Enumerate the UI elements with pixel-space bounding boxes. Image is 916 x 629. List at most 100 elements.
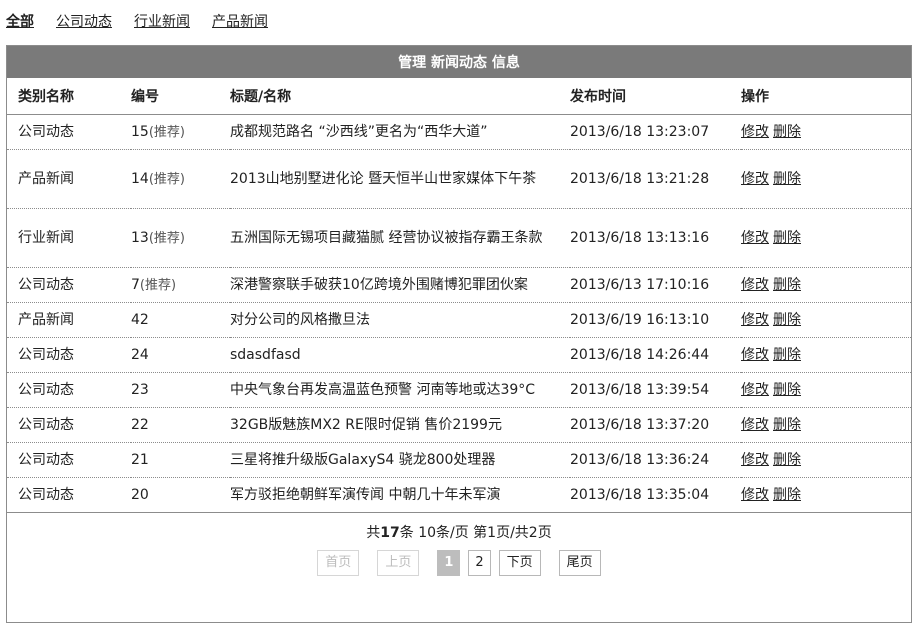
table-row: 公司动态 23 中央气象台再发高温蓝色预警 河南等地或达39°C 2013/6/18 … (7, 372, 911, 408)
edit-link[interactable]: 修改 (741, 230, 769, 246)
header-id: 编号 (131, 78, 230, 115)
cell-id: 20 (131, 477, 230, 513)
delete-link[interactable]: 删除 (773, 487, 801, 503)
edit-link[interactable]: 修改 (741, 312, 769, 328)
delete-link[interactable]: 删除 (773, 230, 801, 246)
recommended-tag: (推荐) (148, 230, 185, 246)
cell-category: 公司动态 (7, 407, 131, 443)
cell-category: 产品新闻 (7, 302, 131, 338)
cell-category: 公司动态 (7, 442, 131, 478)
cell-category: 公司动态 (7, 267, 131, 303)
row-id: 20 (131, 487, 149, 503)
cell-id: 14(推荐) (131, 149, 230, 209)
edit-link[interactable]: 修改 (741, 452, 769, 468)
cell-title: 成都规范路名 “沙西线”更名为“西华大道” (230, 114, 570, 150)
cell-title: 中央气象台再发高温蓝色预警 河南等地或达39°C (230, 372, 570, 408)
row-id: 42 (131, 312, 149, 328)
cell-category: 公司动态 (7, 477, 131, 513)
edit-link[interactable]: 修改 (741, 347, 769, 363)
recommended-tag: (推荐) (148, 171, 185, 187)
cell-category: 产品新闻 (7, 149, 131, 209)
cell-id: 7(推荐) (131, 267, 230, 303)
cell-operations: 修改 删除 (741, 114, 911, 150)
row-id: 13 (131, 229, 149, 246)
cell-title: 军方驳拒绝朝鲜军演传闻 中朝几十年未军演 (230, 477, 570, 513)
cell-title: sdasdfasd (230, 337, 570, 373)
filter-tab-industry-news[interactable]: 行业新闻 (134, 11, 190, 31)
first-page-button[interactable]: 首页 (317, 550, 360, 576)
recommended-tag: (推荐) (139, 277, 177, 293)
cell-operations: 修改 删除 (741, 208, 911, 268)
recommended-tag: (推荐) (148, 124, 185, 140)
cell-operations: 修改 删除 (741, 337, 911, 373)
table-row: 公司动态 7(推荐) 深港警察联手破获10亿跨境外围赌博犯罪团伙案 2013/6/13… (7, 267, 911, 303)
filter-tab-all[interactable]: 全部 (6, 11, 34, 31)
cell-title: 32GB版魅族MX2 RE限时促销 售价2199元 (230, 407, 570, 443)
filter-tab-product-news[interactable]: 产品新闻 (212, 11, 268, 31)
summary-prefix: 共 (366, 525, 381, 541)
header-publish-time: 发布时间 (570, 78, 741, 115)
delete-link[interactable]: 删除 (773, 417, 801, 433)
row-id: 24 (131, 347, 149, 363)
cell-category: 公司动态 (7, 372, 131, 408)
pagination-buttons: 首页 上页 1 2 下页 尾页 (7, 550, 911, 576)
filter-tab-company-news[interactable]: 公司动态 (56, 11, 112, 31)
cell-publish-time: 2013/6/18 13:13:16 (570, 208, 741, 268)
cell-publish-time: 2013/6/19 16:13:10 (570, 302, 741, 338)
total-count: 17 (380, 525, 400, 541)
row-id: 15 (131, 123, 149, 140)
cell-category: 公司动态 (7, 337, 131, 373)
table-row: 产品新闻 42 对分公司的风格撒旦法 2013/6/19 16:13:10 修改 删除 (7, 302, 911, 338)
cell-category: 公司动态 (7, 114, 131, 150)
cell-id: 24 (131, 337, 230, 373)
cell-category: 行业新闻 (7, 208, 131, 268)
table-row: 行业新闻 13(推荐) 五洲国际无锡项目藏猫腻 经营协议被指存霸王条款 2013/6/… (7, 208, 911, 268)
delete-link[interactable]: 删除 (773, 382, 801, 398)
prev-page-button[interactable]: 上页 (377, 550, 420, 576)
news-table: 类别名称 编号 标题/名称 发布时间 操作 公司动态 15(推荐) 成都规范路名 “… (7, 78, 911, 513)
cell-operations: 修改 删除 (741, 372, 911, 408)
cell-publish-time: 2013/6/18 13:23:07 (570, 114, 741, 150)
page-2-button[interactable]: 2 (468, 550, 491, 576)
cell-operations: 修改 删除 (741, 477, 911, 513)
cell-operations: 修改 删除 (741, 302, 911, 338)
cell-id: 21 (131, 442, 230, 478)
delete-link[interactable]: 删除 (773, 347, 801, 363)
cell-publish-time: 2013/6/18 13:36:24 (570, 442, 741, 478)
row-id: 22 (131, 417, 149, 433)
cell-title: 深港警察联手破获10亿跨境外围赌博犯罪团伙案 (230, 267, 570, 303)
cell-title: 对分公司的风格撒旦法 (230, 302, 570, 338)
delete-link[interactable]: 删除 (773, 452, 801, 468)
cell-publish-time: 2013/6/18 13:21:28 (570, 149, 741, 209)
edit-link[interactable]: 修改 (741, 382, 769, 398)
edit-link[interactable]: 修改 (741, 487, 769, 503)
cell-publish-time: 2013/6/13 17:10:16 (570, 267, 741, 303)
row-id: 21 (131, 452, 149, 468)
table-row: 公司动态 20 军方驳拒绝朝鲜军演传闻 中朝几十年未军演 2013/6/18 13:3… (7, 477, 911, 513)
page-1-button[interactable]: 1 (437, 550, 461, 576)
cell-publish-time: 2013/6/18 13:39:54 (570, 372, 741, 408)
last-page-button[interactable]: 尾页 (558, 550, 601, 576)
table-row: 产品新闻 14(推荐) 2013山地别墅进化论 暨天恒半山世家媒体下午茶 2013/6… (7, 149, 911, 209)
delete-link[interactable]: 删除 (773, 171, 801, 187)
table-row: 公司动态 24 sdasdfasd 2013/6/18 14:26:44 修改 删除 (7, 337, 911, 373)
category-filter-tabs: 全部 公司动态 行业新闻 产品新闻 (6, 10, 268, 32)
cell-id: 15(推荐) (131, 114, 230, 150)
delete-link[interactable]: 删除 (773, 312, 801, 328)
cell-id: 42 (131, 302, 230, 338)
delete-link[interactable]: 删除 (773, 277, 801, 293)
cell-title: 三星将推升级版GalaxyS4 骁龙800处理器 (230, 442, 570, 478)
delete-link[interactable]: 删除 (773, 124, 801, 140)
edit-link[interactable]: 修改 (741, 417, 769, 433)
header-title: 标题/名称 (230, 78, 570, 115)
cell-title: 2013山地别墅进化论 暨天恒半山世家媒体下午茶 (230, 149, 570, 209)
next-page-button[interactable]: 下页 (498, 550, 541, 576)
edit-link[interactable]: 修改 (741, 277, 769, 293)
cell-operations: 修改 删除 (741, 149, 911, 209)
cell-id: 23 (131, 372, 230, 408)
cell-publish-time: 2013/6/18 13:37:20 (570, 407, 741, 443)
cell-operations: 修改 删除 (741, 267, 911, 303)
edit-link[interactable]: 修改 (741, 171, 769, 187)
edit-link[interactable]: 修改 (741, 124, 769, 140)
cell-title: 五洲国际无锡项目藏猫腻 经营协议被指存霸王条款 (230, 208, 570, 268)
